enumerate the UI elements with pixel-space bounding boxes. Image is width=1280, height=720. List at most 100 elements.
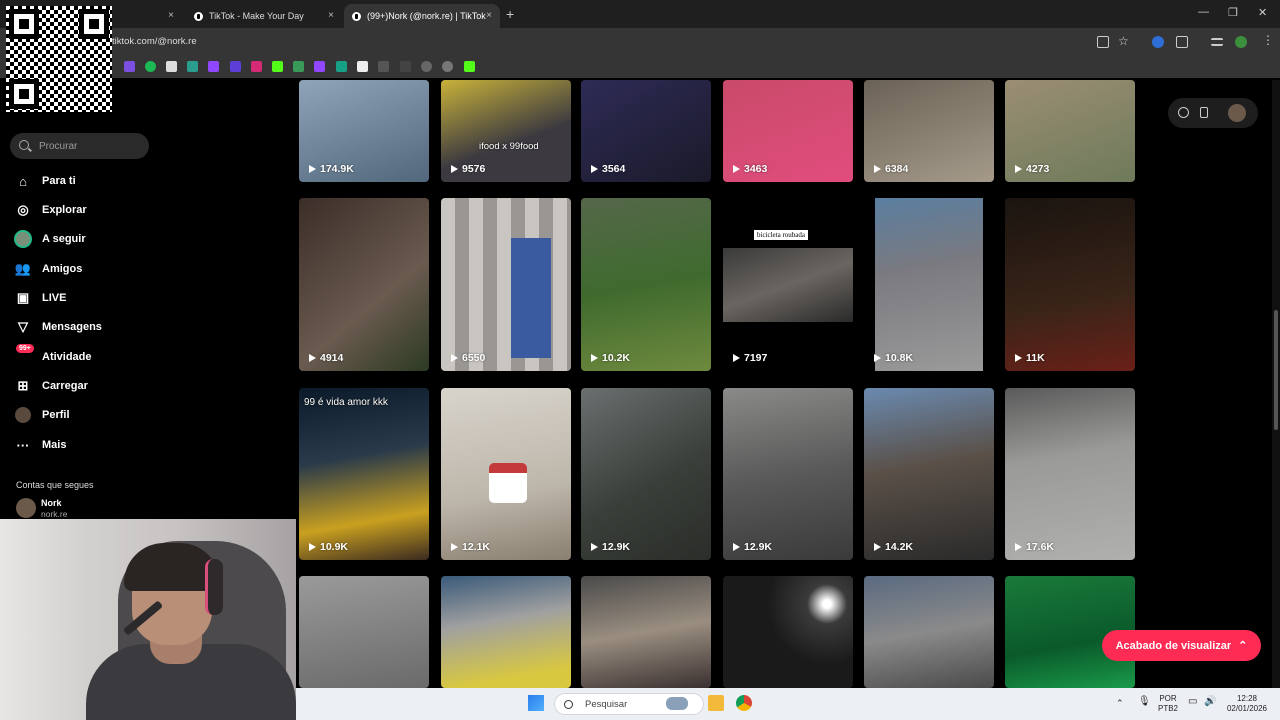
sidebar-item-para-ti[interactable]: ⌂ Para ti: [14, 170, 76, 192]
video-card[interactable]: ifood x 99food 9576: [441, 80, 571, 182]
sidebar-item-explorar[interactable]: ◎ Explorar: [14, 199, 86, 221]
bookmark-icon[interactable]: [378, 61, 389, 72]
video-card[interactable]: 12.1K: [441, 388, 571, 560]
scrollbar-thumb[interactable]: [1274, 310, 1278, 430]
video-card[interactable]: 3564: [581, 80, 711, 182]
profile-avatar-icon[interactable]: [1235, 36, 1247, 48]
clock[interactable]: 12:28 02/01/2026: [1226, 694, 1268, 714]
new-tab-button[interactable]: +: [506, 6, 514, 22]
avatar[interactable]: [1228, 104, 1246, 122]
minimize-button[interactable]: —: [1198, 6, 1209, 18]
video-card[interactable]: 11K: [1005, 198, 1135, 371]
bookmark-kick-icon[interactable]: [272, 61, 283, 72]
install-app-icon[interactable]: [1097, 36, 1109, 48]
video-card[interactable]: 10.8K: [864, 198, 994, 371]
restore-button[interactable]: ❐: [1228, 6, 1238, 19]
sidebar-item-perfil[interactable]: Perfil: [14, 404, 70, 426]
menu-kebab-icon[interactable]: ⋮: [1262, 33, 1274, 47]
bookmark-twitch-icon[interactable]: [124, 61, 135, 72]
search-input[interactable]: [37, 138, 142, 154]
tab-nork-profile[interactable]: (99+)Nork (@nork.re) | TikTok ×: [344, 4, 500, 28]
url-field[interactable]: tiktok.com/@nork.re: [112, 36, 197, 47]
live-icon: ▣: [16, 290, 30, 305]
video-card[interactable]: 14.2K: [864, 388, 994, 560]
sidebar-item-a-seguir[interactable]: A seguir: [14, 228, 86, 250]
video-card[interactable]: [441, 576, 571, 688]
sidebar-item-carregar[interactable]: ⊞ Carregar: [14, 375, 88, 397]
close-tab-icon[interactable]: ×: [168, 10, 174, 21]
bookmark-icon[interactable]: [230, 61, 241, 72]
sidebar-item-atividade[interactable]: 99+ Atividade: [14, 344, 92, 368]
video-card[interactable]: 99 é vida amor kkk 10.9K: [299, 388, 429, 560]
video-card[interactable]: 4914: [299, 198, 429, 371]
following-section-title: Contas que segues: [16, 480, 94, 490]
play-icon: [591, 543, 598, 551]
language-indicator[interactable]: POR PTB2: [1158, 694, 1178, 714]
keyboard-layout: PTB2: [1158, 704, 1179, 713]
compass-icon[interactable]: [1178, 107, 1189, 118]
bookmark-icon[interactable]: [442, 61, 453, 72]
video-card[interactable]: 12.9K: [723, 388, 853, 560]
tab-previous[interactable]: ×: [116, 4, 180, 28]
video-card[interactable]: [299, 576, 429, 688]
close-tab-icon[interactable]: ×: [328, 10, 334, 21]
bookmark-twitch-icon[interactable]: [208, 61, 219, 72]
video-card[interactable]: 6384: [864, 80, 994, 182]
tray-chevron-icon[interactable]: ⌃: [1116, 698, 1124, 708]
file-explorer-icon[interactable]: [708, 695, 724, 711]
video-card[interactable]: 6550: [441, 198, 571, 371]
video-card[interactable]: bicicleta roubada 7197: [723, 198, 853, 371]
puzzle-extensions-icon[interactable]: [1176, 36, 1188, 48]
close-tab-icon[interactable]: ×: [486, 10, 492, 21]
chrome-icon[interactable]: [736, 695, 752, 711]
video-card[interactable]: [581, 576, 711, 688]
video-card[interactable]: [723, 576, 853, 688]
video-card[interactable]: 12.9K: [581, 388, 711, 560]
video-card[interactable]: 3463: [723, 80, 853, 182]
sidebar-item-amigos[interactable]: 👥 Amigos: [14, 258, 82, 280]
play-icon: [591, 354, 598, 362]
reading-list-icon[interactable]: [1211, 38, 1223, 46]
play-icon: [1015, 543, 1022, 551]
account-name: Nork: [41, 498, 62, 508]
tab-tiktok-home[interactable]: TikTok - Make Your Day ×: [186, 4, 342, 28]
video-card[interactable]: 174.9K: [299, 80, 429, 182]
video-card[interactable]: 17.6K: [1005, 388, 1135, 560]
sidebar-item-live[interactable]: ▣ LIVE: [14, 287, 67, 309]
windows-start-icon[interactable]: [528, 695, 544, 711]
bookmark-icon[interactable]: [187, 61, 198, 72]
extension-icon[interactable]: [1152, 36, 1164, 48]
play-icon: [451, 165, 458, 173]
bookmark-icon[interactable]: [421, 61, 432, 72]
video-card[interactable]: 4273: [1005, 80, 1135, 182]
view-count: 12.1K: [451, 541, 490, 553]
network-icon[interactable]: ▭: [1188, 697, 1197, 707]
bookmark-instagram-icon[interactable]: [251, 61, 262, 72]
view-count: 3463: [733, 163, 767, 175]
volume-icon[interactable]: 🔊: [1204, 697, 1216, 707]
video-card[interactable]: 10.2K: [581, 198, 711, 371]
view-count: 4914: [309, 352, 343, 364]
bookmark-kick-icon[interactable]: [464, 61, 475, 72]
upload-icon: ⊞: [17, 378, 29, 393]
bookmark-icon[interactable]: [336, 61, 347, 72]
notification-badge: 99+: [16, 344, 34, 353]
sidebar-item-mensagens[interactable]: ▽ Mensagens: [14, 316, 102, 338]
finished-watching-button[interactable]: Acabado de visualizar ⌃: [1102, 630, 1261, 661]
bookmark-twitch-icon[interactable]: [314, 61, 325, 72]
close-window-button[interactable]: ✕: [1258, 6, 1267, 19]
view-count: 11K: [1015, 352, 1045, 364]
video-card[interactable]: [864, 576, 994, 688]
sidebar-item-mais[interactable]: ··· Mais: [14, 434, 67, 456]
bookmark-icon[interactable]: [293, 61, 304, 72]
bookmark-spotify-icon[interactable]: [145, 61, 156, 72]
bookmark-icon[interactable]: [166, 61, 177, 72]
bookmark-icon[interactable]: [400, 61, 411, 72]
search-box[interactable]: [10, 133, 149, 159]
bookmark-star-icon[interactable]: ☆: [1118, 34, 1130, 48]
play-icon: [451, 543, 458, 551]
scrollbar[interactable]: [1272, 80, 1280, 688]
bookmark-icon[interactable]: [357, 61, 368, 72]
device-icon[interactable]: [1200, 107, 1208, 118]
microphone-icon[interactable]: 🎙: [1138, 697, 1151, 707]
